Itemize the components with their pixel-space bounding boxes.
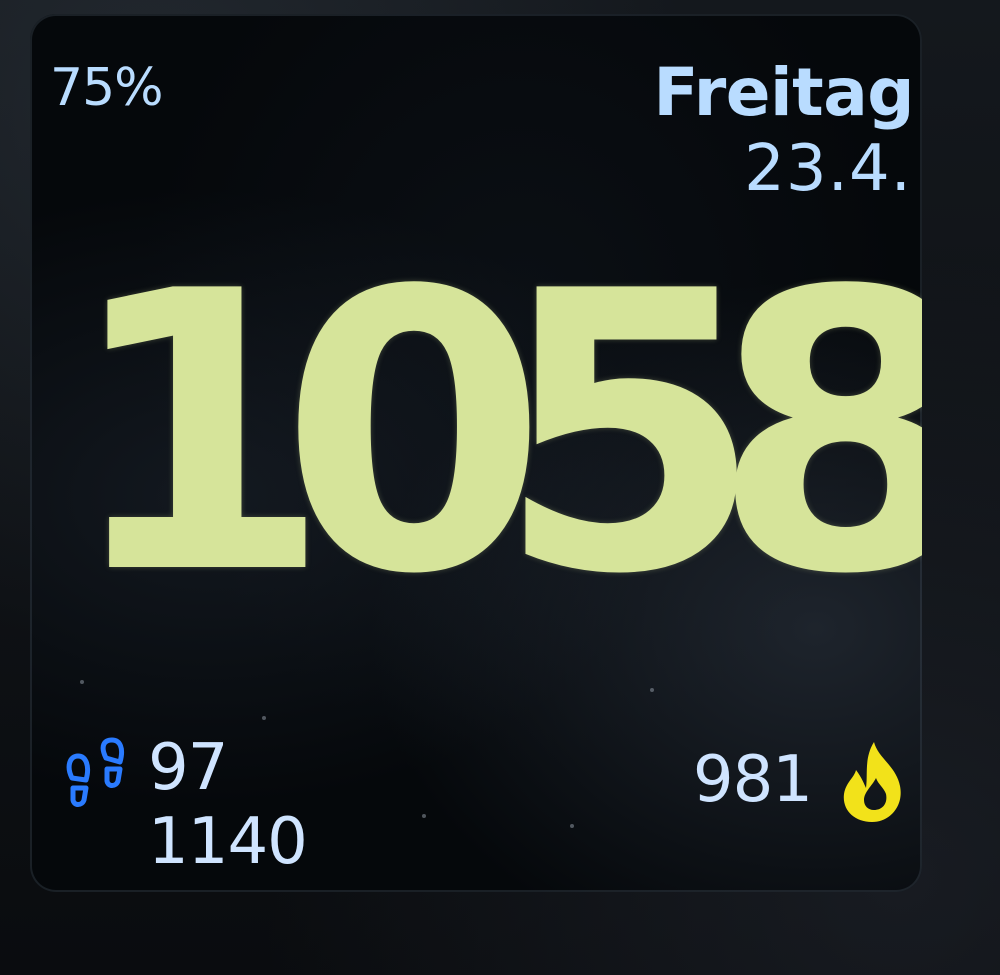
time-display: 1058	[64, 210, 922, 658]
screen-speck	[80, 680, 84, 684]
battery-level: 75%	[50, 58, 164, 118]
weekday-label: Freitag	[653, 54, 914, 131]
footprints-icon	[66, 737, 125, 807]
screen-speck	[422, 814, 426, 818]
stat-value-secondary: 1140	[148, 805, 308, 879]
screen-speck	[570, 824, 574, 828]
calories-value: 981	[692, 743, 813, 817]
screen-speck	[650, 688, 654, 692]
screen-speck	[262, 716, 266, 720]
flame-icon	[843, 742, 901, 822]
watch-screen: 75% Freitag 23.4. 1058 97 1140 981	[30, 14, 922, 892]
date-label: 23.4.	[744, 132, 912, 206]
stat-value-primary: 97	[148, 731, 228, 805]
